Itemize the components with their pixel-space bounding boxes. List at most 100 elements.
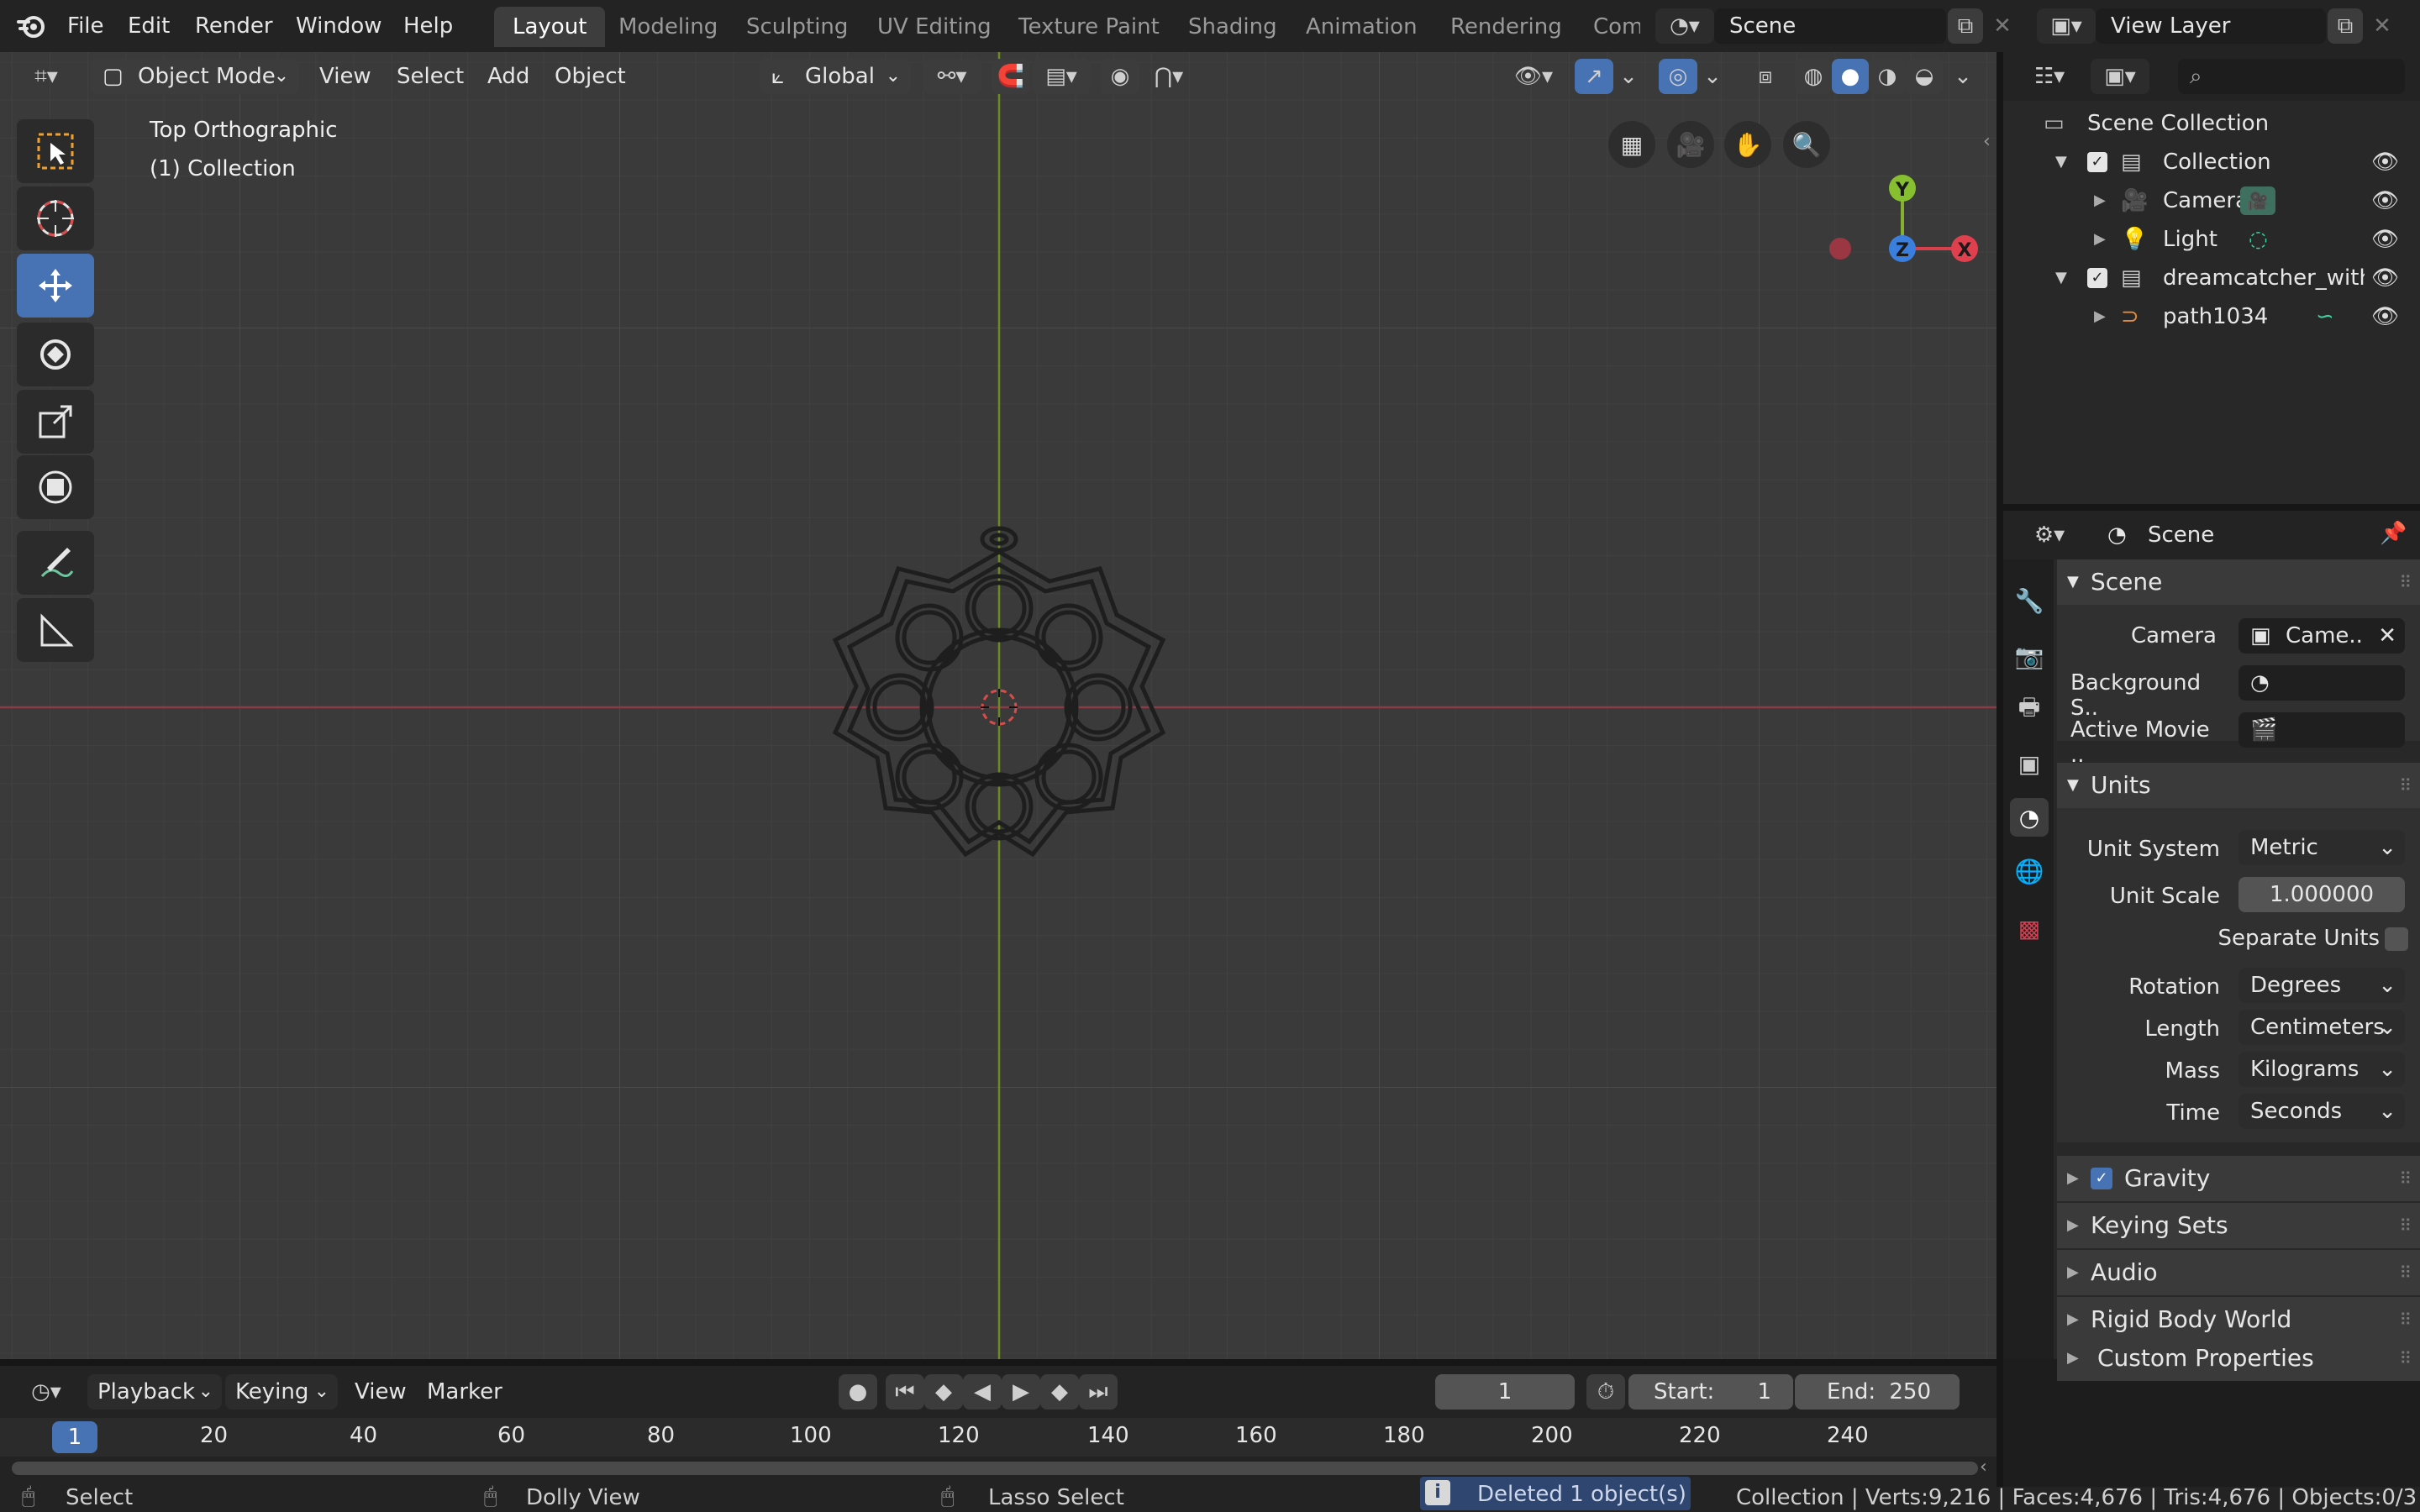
outliner-item-dreamcatcher[interactable]: ▼ ✓ ▤ dreamcatcher_with_ 👁 (2003, 259, 2420, 297)
time-dropdown[interactable]: Seconds ⌄ (2238, 1094, 2405, 1129)
eye-icon[interactable]: 👁 (2371, 259, 2399, 297)
expand-arrow-icon[interactable]: ▼ (2055, 143, 2067, 181)
navigation-gizmo[interactable]: Y Z X (1815, 113, 1983, 281)
menu-edit[interactable]: Edit (118, 8, 180, 44)
tab-sculpting[interactable]: Sculpting (728, 7, 866, 47)
stopwatch-icon[interactable]: ⏱ (1586, 1374, 1625, 1410)
delete-view-layer-icon[interactable]: ✕ (2365, 8, 2400, 44)
expand-arrow-icon[interactable]: ▶ (2094, 220, 2106, 259)
move-tool[interactable] (17, 254, 94, 318)
pin-icon[interactable]: 📌 (2380, 521, 2407, 546)
drag-handle-icon[interactable]: ⠿ (2399, 1203, 2412, 1248)
prev-keyframe-icon[interactable]: ◆ (924, 1374, 963, 1410)
end-frame-field[interactable]: End: 250 (1795, 1374, 1960, 1410)
blender-logo-icon[interactable] (17, 12, 47, 42)
delete-scene-icon[interactable]: ✕ (1985, 8, 2020, 44)
jump-start-icon[interactable]: ⏮ (886, 1374, 924, 1410)
length-dropdown[interactable]: Centimeters ⌄ (2238, 1010, 2405, 1045)
drag-handle-icon[interactable]: ⠿ (2399, 559, 2412, 605)
outliner-item-light[interactable]: ▶ 💡 Light ◌ 👁 (2003, 220, 2420, 259)
light-data-icon[interactable]: ◌ (2249, 220, 2268, 259)
active-movie-clip-field[interactable]: 🎬 (2238, 712, 2405, 748)
view-layer-field[interactable]: View Layer (2096, 8, 2326, 44)
render-tab-icon[interactable]: 📷 (2010, 637, 2049, 675)
texture-tab-icon[interactable]: ▩ (2010, 909, 2049, 948)
world-tab-icon[interactable]: 🌐 (2010, 852, 2049, 890)
keying-menu[interactable]: Keying ⌄ (225, 1374, 338, 1410)
mass-dropdown[interactable]: Kilograms ⌄ (2238, 1052, 2405, 1087)
menu-file[interactable]: File (57, 8, 114, 44)
unit-system-dropdown[interactable]: Metric ⌄ (2238, 830, 2405, 865)
scene-tab-icon[interactable]: ◔ (2010, 798, 2049, 837)
checkbox-icon[interactable]: ✓ (2087, 268, 2107, 288)
snap-toggle-icon[interactable]: 🧲 (992, 59, 1030, 94)
drag-handle-icon[interactable]: ⠿ (2399, 1156, 2412, 1201)
frame-ruler[interactable]: 1 20 40 60 80 100 120 140 160 180 200 22… (0, 1418, 1996, 1457)
scene-panel-header[interactable]: ▼ Scene ⠿ (2057, 559, 2420, 605)
units-panel-header[interactable]: ▼ Units ⠿ (2057, 763, 2420, 808)
rotate-tool[interactable] (17, 323, 94, 386)
drag-handle-icon[interactable]: ⠿ (2399, 763, 2412, 808)
pan-view-icon[interactable]: ✋ (1724, 121, 1771, 168)
tab-shading[interactable]: Shading (1170, 7, 1296, 47)
annotate-tool[interactable] (17, 531, 94, 595)
display-mode-icon[interactable]: ▣▾ (2091, 59, 2149, 94)
gravity-checkbox[interactable]: ✓ (2091, 1168, 2112, 1189)
object-mode-dropdown[interactable]: Object Mode ▢ ⌄ (91, 59, 299, 94)
separate-units-checkbox[interactable] (2385, 927, 2408, 951)
timeline-view-menu[interactable]: View (346, 1374, 415, 1410)
chevron-down-icon[interactable]: ⌄ (1948, 59, 1978, 94)
menu-object[interactable]: Object (546, 59, 634, 94)
scene-name-field[interactable]: Scene (1714, 8, 1946, 44)
outliner-item-camera[interactable]: ▶ 🎥 Camera 🎥 👁 (2003, 181, 2420, 220)
next-keyframe-icon[interactable]: ◆ (1040, 1374, 1079, 1410)
menu-select[interactable]: Select (388, 59, 472, 94)
camera-view-icon[interactable]: 🎥 (1667, 121, 1714, 168)
rotation-dropdown[interactable]: Degrees ⌄ (2238, 968, 2405, 1003)
tool-tab-icon[interactable]: 🔧 (2010, 581, 2049, 620)
tab-texture-paint[interactable]: Texture Paint (1000, 7, 1178, 47)
orientation-dropdown[interactable]: Global ⟀ ⌄ (760, 59, 911, 94)
menu-window[interactable]: Window (286, 8, 392, 44)
menu-view[interactable]: View (311, 59, 380, 94)
rendered-shading-icon[interactable]: ◒ (1906, 59, 1943, 94)
play-reverse-icon[interactable]: ◀ (963, 1374, 1002, 1410)
measure-tool[interactable] (17, 598, 94, 662)
solid-shading-icon[interactable]: ● (1832, 59, 1869, 94)
drag-handle-icon[interactable]: ⠿ (2399, 1336, 2412, 1381)
scene-selector-icon[interactable]: ◔▾ (1655, 8, 1714, 44)
expand-arrow-icon[interactable]: ▼ (2055, 259, 2067, 297)
chevron-down-icon[interactable]: ⌄ (1613, 59, 1644, 94)
tab-animation[interactable]: Animation (1287, 7, 1436, 47)
output-tab-icon[interactable]: 🖶 (2010, 690, 2049, 729)
tab-modeling[interactable]: Modeling (600, 7, 736, 47)
expand-arrow-icon[interactable]: ▶ (2094, 297, 2106, 336)
chevron-left-icon[interactable]: ‹ (1980, 1457, 1987, 1478)
new-scene-icon[interactable]: ⧉ (1948, 8, 1983, 44)
menu-add[interactable]: Add (479, 59, 538, 94)
falloff-icon[interactable]: ⋂▾ (1139, 59, 1198, 94)
play-icon[interactable]: ▶ (1002, 1374, 1040, 1410)
scale-tool[interactable] (17, 390, 94, 454)
eye-icon[interactable]: 👁 (2371, 181, 2399, 220)
3d-viewport[interactable]: ⌗▾ Object Mode ▢ ⌄ View Select Add Objec… (0, 52, 1996, 1359)
outliner-search-input[interactable]: ⌕ (2178, 59, 2405, 94)
transform-tool[interactable] (17, 455, 94, 519)
view-layer-selector-icon[interactable]: ▣▾ (2037, 8, 2096, 44)
view-layer-tab-icon[interactable]: ▣ (2010, 744, 2049, 783)
jump-end-icon[interactable]: ⏭ (1079, 1374, 1118, 1410)
overlays-toggle-icon[interactable]: ◎ (1659, 59, 1697, 94)
camera-data-icon[interactable]: 🎥 (2240, 186, 2275, 215)
timeline-marker-menu[interactable]: Marker (418, 1374, 511, 1410)
outliner-editor-type-icon[interactable]: ☷▾ (2020, 59, 2079, 94)
start-frame-field[interactable]: Start: 1 (1628, 1374, 1793, 1410)
sidebar-toggle-icon[interactable]: ‹ (1983, 131, 1991, 152)
select-box-tool[interactable] (17, 119, 94, 183)
outliner-item-path1034[interactable]: ▶ ⊃ path1034 ∽ 👁 (2003, 297, 2420, 336)
status-message[interactable]: i Deleted 1 object(s) (1420, 1477, 1691, 1510)
properties-editor-type-icon[interactable]: ⚙▾ (2020, 517, 2079, 553)
keying-sets-panel-header[interactable]: ▶ Keying Sets ⠿ (2057, 1203, 2420, 1248)
audio-panel-header[interactable]: ▶ Audio ⠿ (2057, 1250, 2420, 1295)
curve-data-icon[interactable]: ∽ (2316, 297, 2334, 336)
unit-scale-field[interactable]: 1.000000 (2238, 877, 2405, 912)
